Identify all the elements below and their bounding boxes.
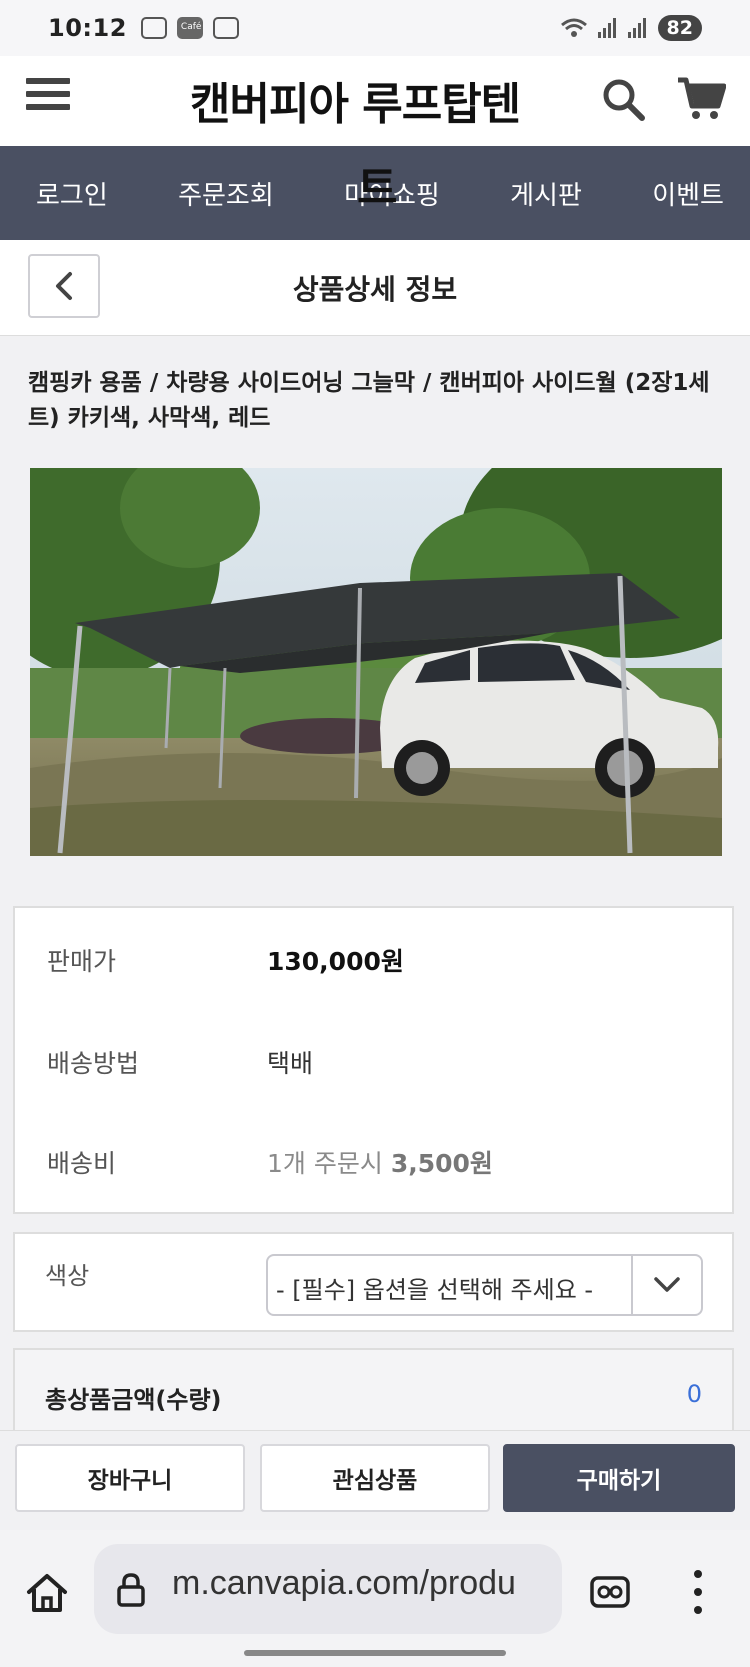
price-label: 판매가 (47, 947, 117, 976)
cafe-notification-icon (176, 17, 203, 39)
option-box: 색상 - [필수] 옵션을 선택해 주세요 - (13, 1232, 734, 1332)
brand-title[interactable]: 캔버피아 루프탑텐 (190, 68, 521, 132)
signal-icon-2 (627, 18, 648, 38)
product-image[interactable] (30, 468, 722, 856)
gallery-notification-icon (140, 17, 167, 39)
url-text[interactable]: m.canvapia.com/produ (172, 1564, 516, 1603)
product-photo (30, 468, 722, 856)
address-bar[interactable]: m.canvapia.com/produ (94, 1544, 562, 1634)
gallery-notification-icon-2 (212, 17, 239, 39)
price-value: 130,000원 (267, 947, 404, 976)
notification-icons (140, 17, 239, 39)
home-icon[interactable] (24, 1570, 70, 1616)
status-bar: 10:12 82 (0, 0, 750, 56)
total-amount-count: 0 (686, 1380, 702, 1408)
wishlist-button[interactable]: 관심상품 (260, 1444, 490, 1512)
gesture-navigation-bar[interactable] (244, 1650, 506, 1656)
brand-title-overflow: 트 (357, 163, 398, 214)
browser-toolbar: m.canvapia.com/produ (0, 1530, 750, 1667)
cart-icon[interactable] (676, 74, 726, 122)
shipping-fee-amount: 3,500원 (390, 1149, 493, 1178)
more-vert-icon[interactable] (690, 1568, 706, 1616)
nav-event[interactable]: 이벤트 (652, 175, 724, 212)
color-option-select[interactable]: - [필수] 옵션을 선택해 주세요 - (266, 1254, 703, 1316)
wifi-icon (560, 18, 587, 37)
page-title: 상품상세 정보 (292, 273, 458, 306)
nav-login[interactable]: 로그인 (36, 175, 108, 212)
nav-order-lookup[interactable]: 주문조회 (178, 175, 274, 212)
signal-icon (597, 18, 618, 38)
back-icon (56, 272, 72, 300)
buy-now-button[interactable]: 구매하기 (503, 1444, 735, 1512)
nav-board[interactable]: 게시판 (510, 175, 582, 212)
color-option-selected: - [필수] 옵션을 선택해 주세요 - (276, 1276, 594, 1304)
add-to-cart-button[interactable]: 장바구니 (15, 1444, 245, 1512)
battery-indicator: 82 (657, 15, 702, 41)
search-icon[interactable] (600, 76, 646, 122)
hamburger-icon[interactable] (26, 78, 70, 114)
total-amount-label: 총상품금액(수량) (45, 1386, 222, 1414)
page-title-bar: 상품상세 정보 (0, 240, 750, 336)
reader-mode-icon[interactable] (590, 1576, 630, 1608)
status-time: 10:12 (48, 14, 127, 42)
color-option-label: 색상 (45, 1262, 90, 1290)
chevron-down-icon (654, 1277, 680, 1292)
shipping-method-value: 택배 (267, 1049, 314, 1078)
lock-icon[interactable] (116, 1572, 146, 1608)
bottom-action-bar: 장바구니 관심상품 구매하기 (0, 1430, 750, 1530)
shipping-method-label: 배송방법 (47, 1049, 140, 1078)
product-info-box: 판매가 130,000원 배송방법 택배 배송비 1개 주문시 3,500원 (13, 906, 734, 1214)
shipping-fee-prefix: 1개 주문시 (267, 1149, 391, 1178)
dropdown-toggle[interactable] (631, 1256, 701, 1314)
status-right: 82 (560, 15, 702, 41)
shipping-fee-value: 1개 주문시 3,500원 (267, 1144, 493, 1180)
back-button[interactable] (28, 254, 100, 318)
product-name: 캠핑카 용품 / 차량용 사이드어닝 그늘막 / 캔버피아 사이드월 (2장1세… (28, 370, 710, 431)
site-header: 캔버피아 루프탑텐 (0, 56, 750, 146)
shipping-fee-label: 배송비 (47, 1149, 117, 1178)
